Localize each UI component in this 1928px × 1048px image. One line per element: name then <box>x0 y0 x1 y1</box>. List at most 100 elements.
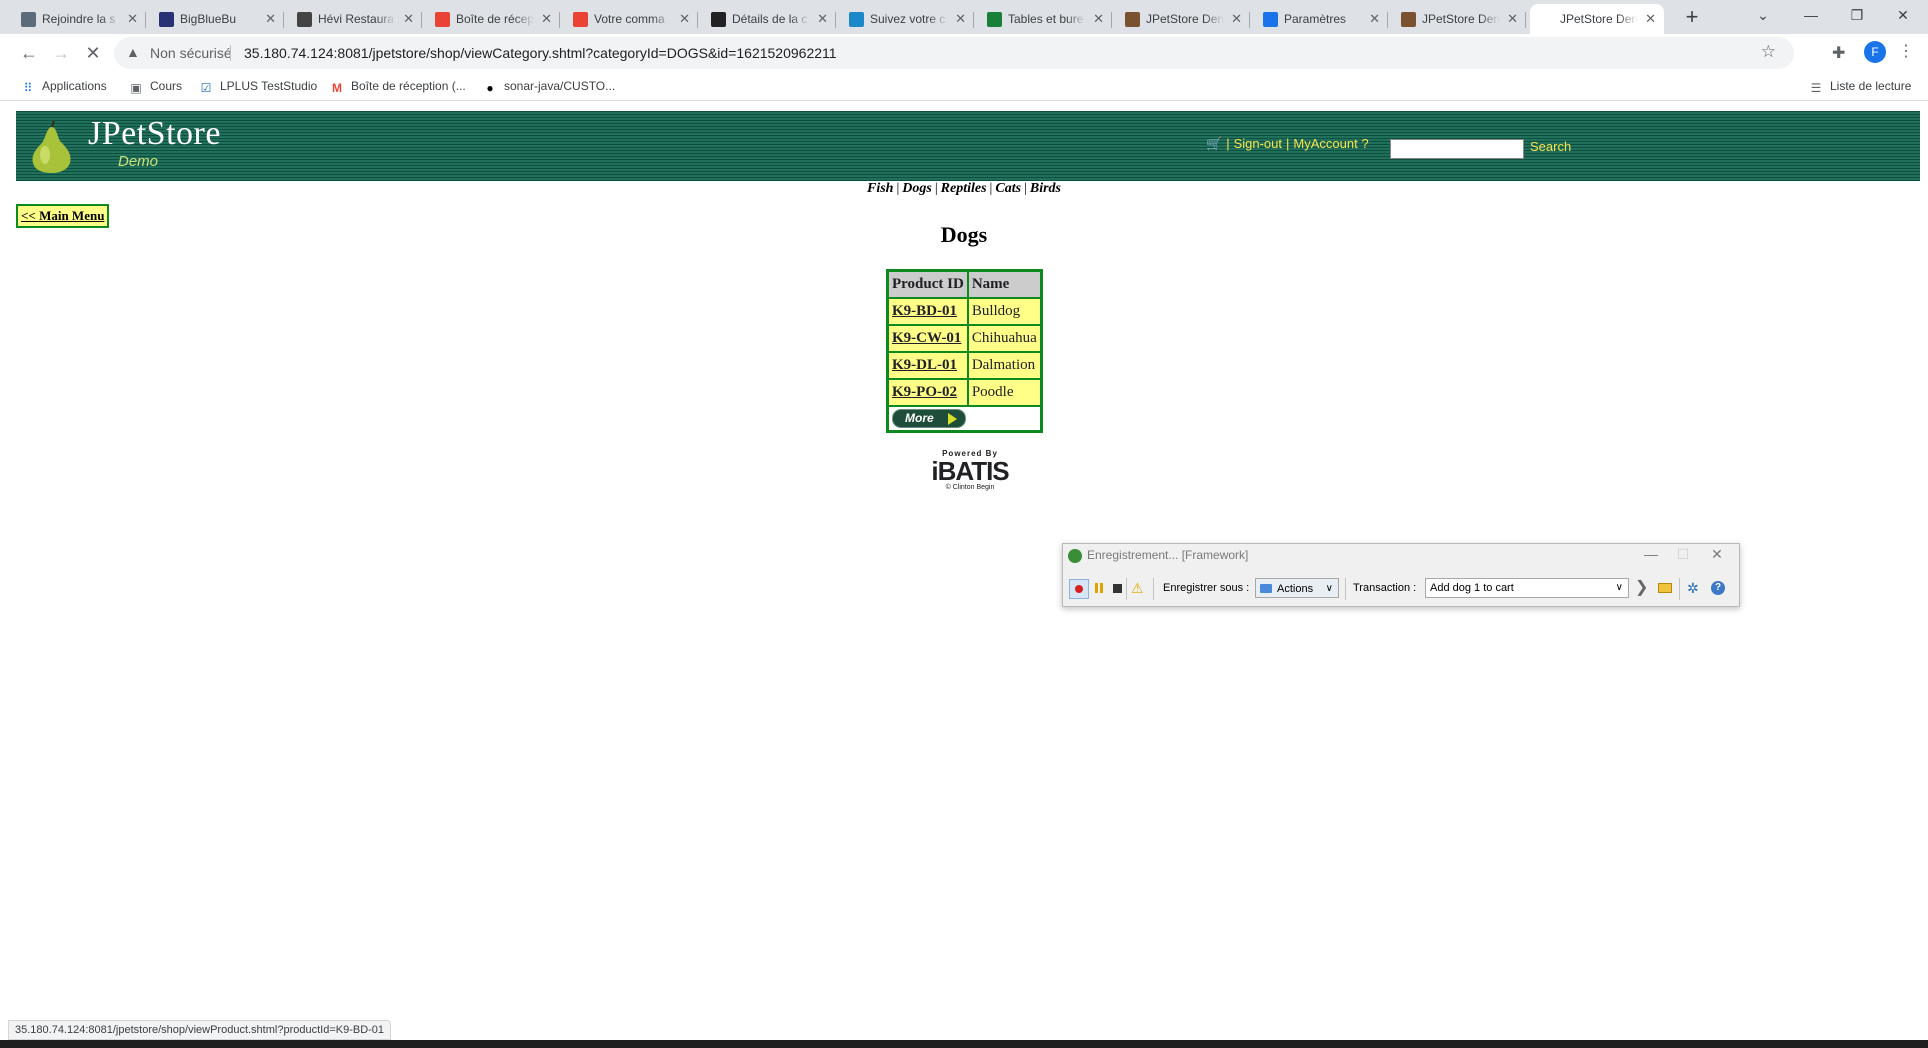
tab-divider <box>973 12 974 28</box>
gmail-icon <box>435 12 450 27</box>
tab-label: Détails de la c <box>732 12 808 26</box>
transaction-dropdown[interactable]: Add dog 1 to cart ∨ <box>1425 578 1629 598</box>
url-text[interactable]: 35.180.74.124:8081/jpetstore/shop/viewCa… <box>244 45 837 61</box>
more-cell: More <box>888 406 1041 431</box>
table-header-row: Product ID Name <box>888 271 1041 298</box>
reading-list[interactable]: ☰ Liste de lecture <box>1808 77 1912 95</box>
browser-tab[interactable]: JPetStore Den ✕ <box>1392 4 1526 34</box>
bookmark-cours[interactable]: ▣ Cours <box>128 77 182 95</box>
browser-tab[interactable]: Votre comma ✕ <box>564 4 698 34</box>
actions-dropdown[interactable]: Actions ∨ <box>1255 578 1339 598</box>
search-input[interactable] <box>1390 139 1524 159</box>
os-taskbar <box>0 1040 1928 1048</box>
amazon-icon <box>711 12 726 27</box>
close-window-button[interactable]: ✕ <box>1880 0 1926 30</box>
profile-avatar[interactable]: F <box>1864 41 1886 63</box>
quick-link-reptiles[interactable]: Reptiles <box>941 181 987 196</box>
browser-tab[interactable]: Détails de la c ✕ <box>702 4 836 34</box>
new-tab-button[interactable]: + <box>1678 4 1706 32</box>
close-tab-icon[interactable]: ✕ <box>1231 4 1242 34</box>
close-tab-icon[interactable]: ✕ <box>265 4 276 34</box>
browser-tab[interactable]: Tables et bure ✕ <box>978 4 1112 34</box>
warning-icon[interactable]: ⚠ <box>1131 580 1147 596</box>
open-folder-icon[interactable] <box>1657 580 1673 596</box>
pear-logo-icon[interactable] <box>30 121 74 173</box>
tab-search-icon[interactable]: ⌄ <box>1740 0 1786 30</box>
browser-tab[interactable]: Boîte de récep ✕ <box>426 4 560 34</box>
tools-icon[interactable]: ✲ <box>1687 580 1703 596</box>
bookmark-gmail-inbox[interactable]: M Boîte de réception (... <box>329 77 466 95</box>
close-tab-icon[interactable]: ✕ <box>1369 4 1380 34</box>
close-tab-icon[interactable]: ✕ <box>541 4 552 34</box>
browser-tab[interactable]: Hévi Restaura ✕ <box>288 4 422 34</box>
browser-tab[interactable]: Rejoindre la s ✕ <box>12 4 146 34</box>
quick-link-fish[interactable]: Fish <box>867 181 893 196</box>
tab-label: Paramètres <box>1284 12 1347 26</box>
browser-tab[interactable]: JPetStore Den ✕ <box>1530 4 1664 34</box>
close-tab-icon[interactable]: ✕ <box>1645 4 1656 34</box>
bookmark-lplus-teststudio[interactable]: ☑ LPLUS TestStudio <box>198 77 318 95</box>
search-button[interactable]: Search <box>1530 139 1571 154</box>
browser-menu-icon[interactable]: ⋮ <box>1898 41 1914 61</box>
table-row: K9-BD-01 Bulldog <box>888 298 1041 325</box>
product-id-link[interactable]: K9-BD-01 <box>888 298 968 325</box>
product-name: Chihuahua <box>967 325 1041 352</box>
cart-icon[interactable]: 🛒 <box>1206 136 1222 151</box>
bookmark-applications[interactable]: ⠿ Applications <box>20 77 107 95</box>
minimize-button[interactable]: — <box>1788 0 1834 30</box>
warning-icon[interactable]: ▲ <box>126 44 140 60</box>
record-icon[interactable] <box>1069 579 1089 599</box>
store-logo-subtitle: Demo <box>118 153 159 170</box>
bookmark-star-icon[interactable]: ☆ <box>1761 42 1776 62</box>
address-bar[interactable]: ▲ Non sécurisé 35.180.74.124:8081/jpetst… <box>114 37 1794 69</box>
quick-link-cats[interactable]: Cats <box>995 181 1021 196</box>
tab-divider <box>1249 12 1250 28</box>
more-button[interactable]: More <box>892 409 966 428</box>
bookmark-label: LPLUS TestStudio <box>220 79 318 93</box>
close-tab-icon[interactable]: ✕ <box>127 4 138 34</box>
product-id-link[interactable]: K9-CW-01 <box>888 325 968 352</box>
signout-link[interactable]: Sign-out <box>1234 136 1282 151</box>
toolbar-divider <box>1345 578 1346 600</box>
next-arrow-icon[interactable]: ❯ <box>1635 580 1649 596</box>
product-id-link[interactable]: K9-DL-01 <box>888 352 968 379</box>
restore-button[interactable]: ❐ <box>1834 0 1880 30</box>
close-tab-icon[interactable]: ✕ <box>679 4 690 34</box>
quick-link-birds[interactable]: Birds <box>1030 181 1061 196</box>
checkbox-icon: ☑ <box>200 81 212 95</box>
browser-tab[interactable]: BigBlueBu ✕ <box>150 4 284 34</box>
recorder-app-icon <box>1068 549 1082 563</box>
stop-loading-icon[interactable]: ✕ <box>80 40 106 66</box>
recorder-maximize-button[interactable]: ☐ <box>1671 546 1695 563</box>
bookmark-sonar-java[interactable]: ● sonar-java/CUSTO... <box>482 77 615 95</box>
recorder-minimize-button[interactable]: — <box>1639 546 1663 562</box>
help-icon[interactable]: ? <box>1711 581 1725 595</box>
tab-label: Boîte de récep <box>456 12 534 26</box>
security-status[interactable]: Non sécurisé <box>150 45 232 61</box>
myaccount-link[interactable]: MyAccount <box>1293 136 1357 151</box>
close-tab-icon[interactable]: ✕ <box>1093 4 1104 34</box>
forward-arrow-icon[interactable]: → <box>48 40 74 66</box>
quick-link-dogs[interactable]: Dogs <box>902 181 932 196</box>
help-icon[interactable]: ? <box>1361 136 1368 151</box>
pause-icon[interactable] <box>1093 580 1105 596</box>
close-tab-icon[interactable]: ✕ <box>1507 4 1518 34</box>
close-tab-icon[interactable]: ✕ <box>955 4 966 34</box>
toolbar-divider <box>1153 578 1154 600</box>
extensions-puzzle-icon[interactable]: ✚ <box>1832 43 1845 63</box>
stop-icon[interactable] <box>1111 580 1123 596</box>
github-icon: ● <box>486 81 494 95</box>
store-logo-title[interactable]: JPetStore <box>88 115 221 153</box>
bookmark-label: sonar-java/CUSTO... <box>504 79 616 93</box>
close-tab-icon[interactable]: ✕ <box>403 4 414 34</box>
close-tab-icon[interactable]: ✕ <box>817 4 828 34</box>
chevron-down-icon: ∨ <box>1615 582 1623 593</box>
recorder-close-button[interactable]: ✕ <box>1705 546 1729 563</box>
browser-tab[interactable]: Paramètres ✕ <box>1254 4 1388 34</box>
recorder-window[interactable]: Enregistrement... [Framework] — ☐ ✕ ⚠ En… <box>1062 543 1740 607</box>
browser-tab[interactable]: JPetStore Den ✕ <box>1116 4 1250 34</box>
browser-tab[interactable]: Suivez votre c ✕ <box>840 4 974 34</box>
product-id-link[interactable]: K9-PO-02 <box>888 379 968 406</box>
tab-label: Hévi Restaura <box>318 12 395 26</box>
back-arrow-icon[interactable]: ← <box>16 40 42 66</box>
